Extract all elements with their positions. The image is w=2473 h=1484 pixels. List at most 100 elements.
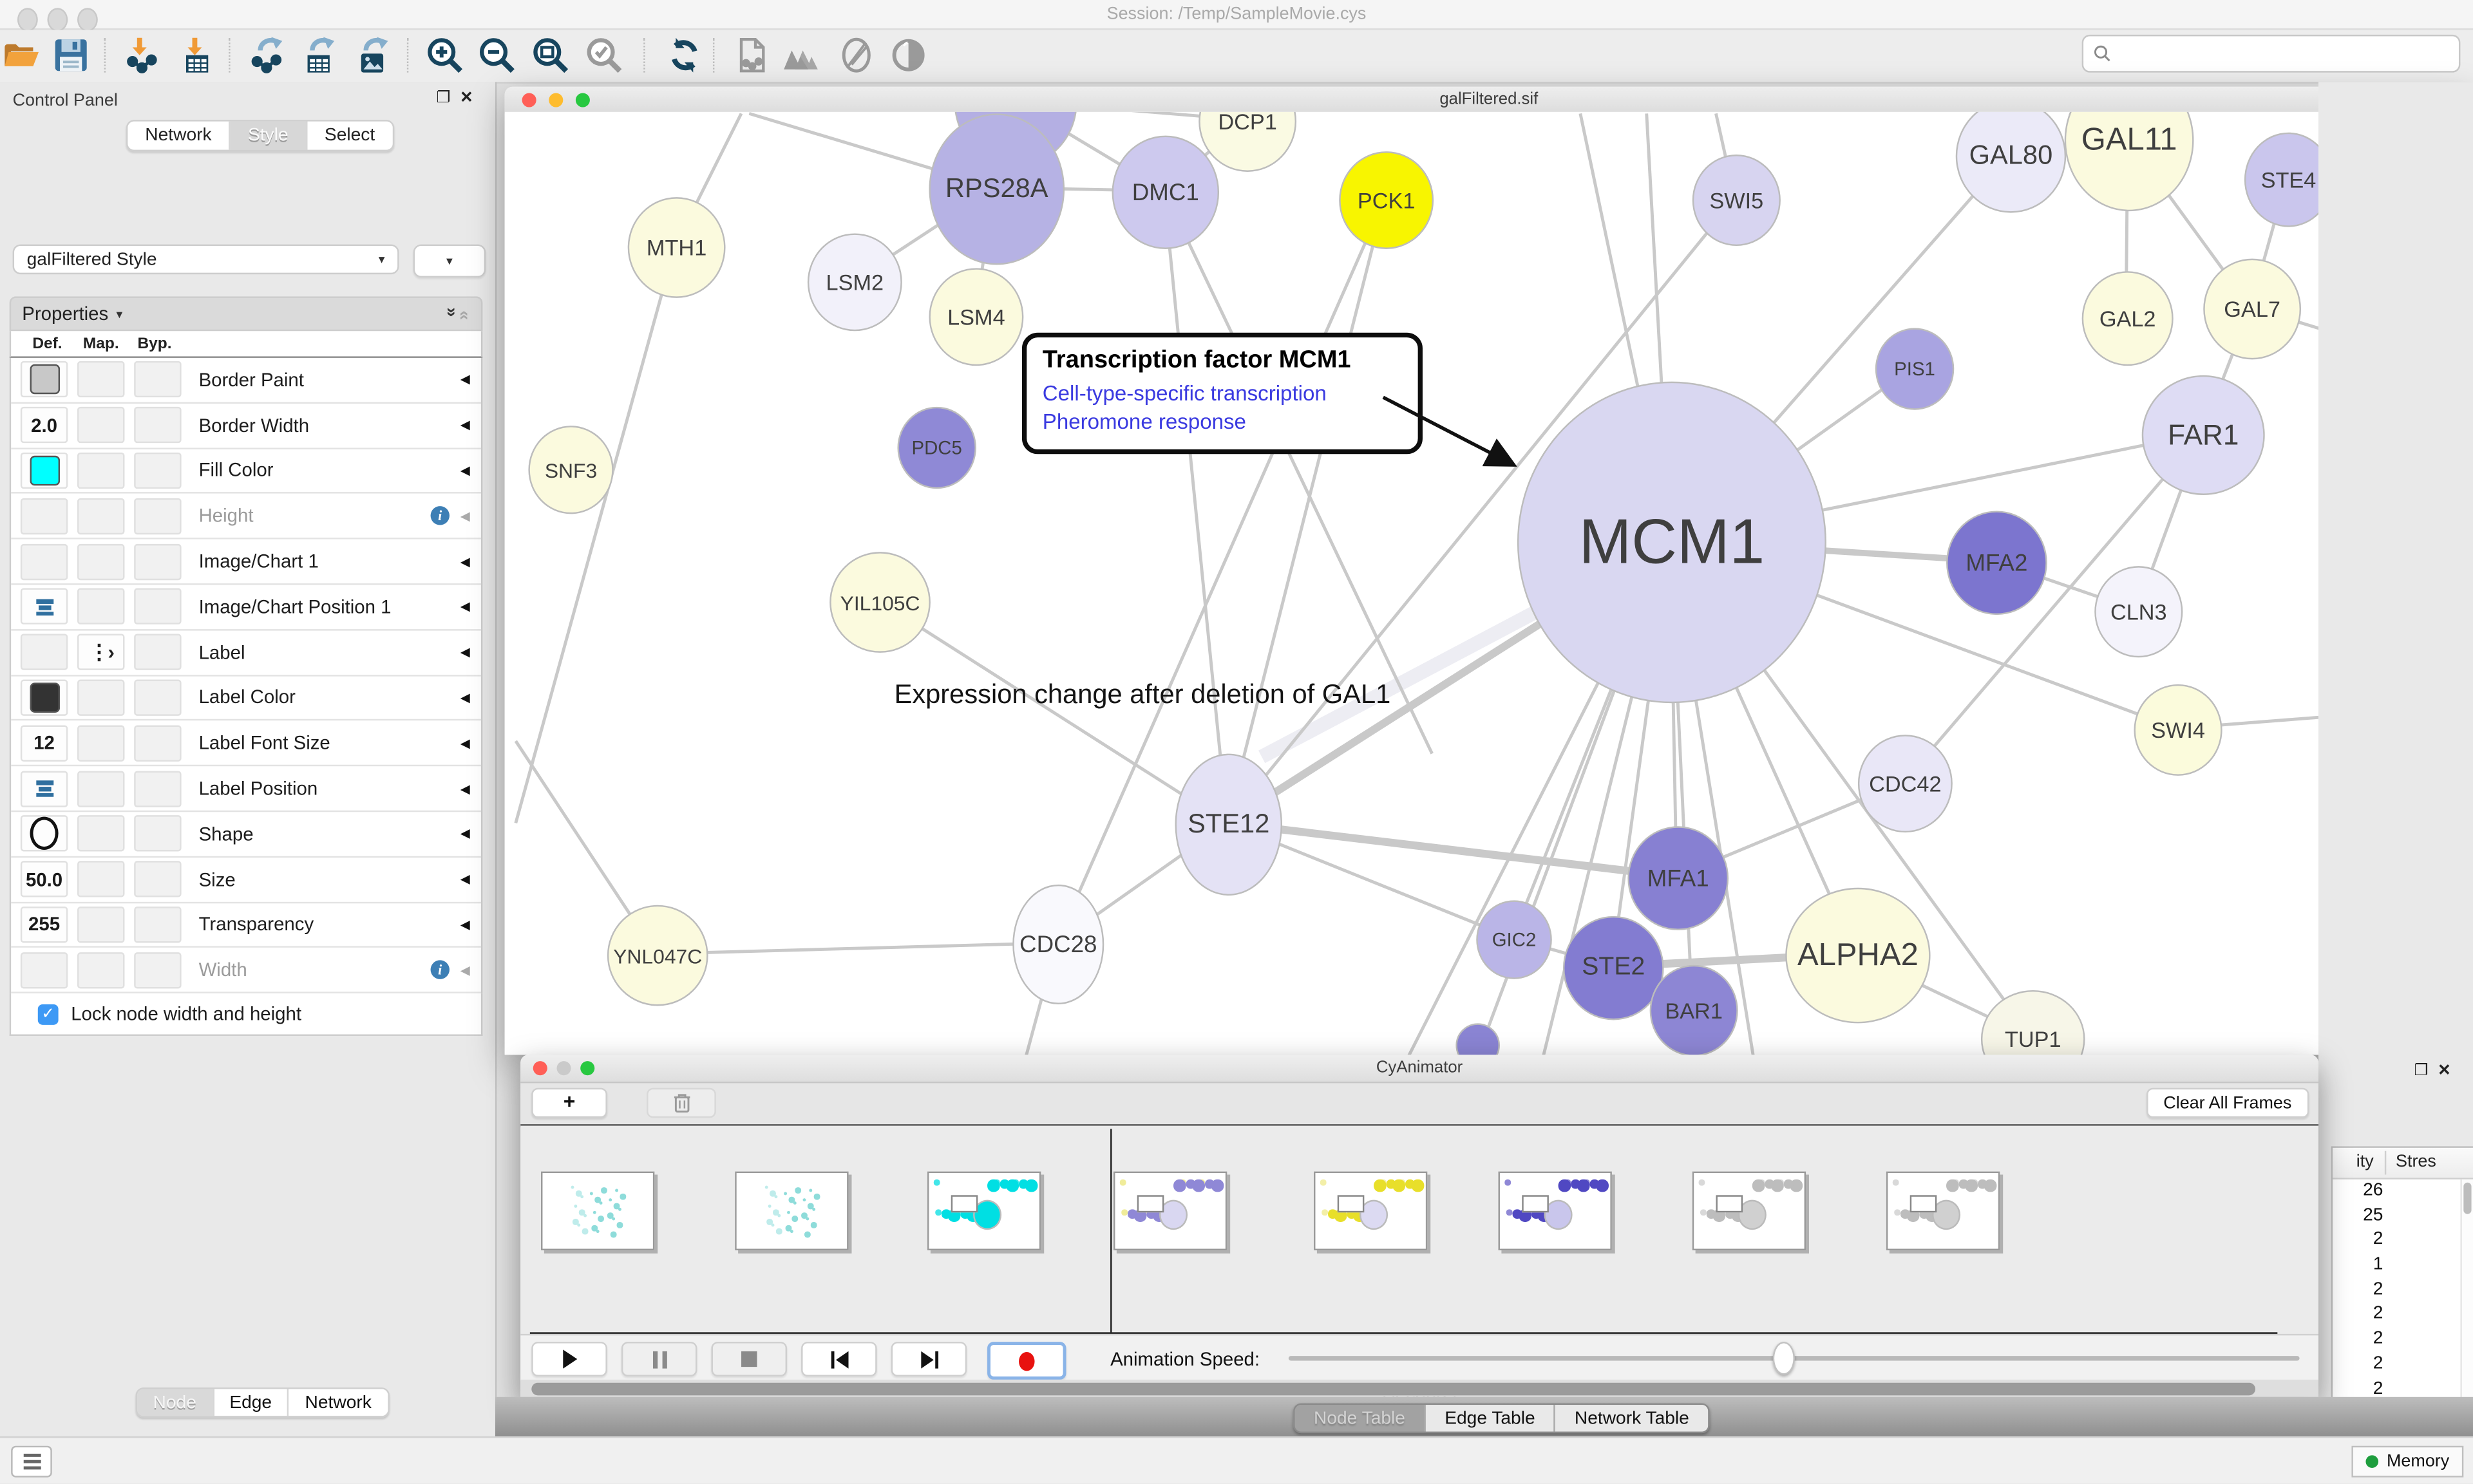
zoom-fit-icon[interactable]	[531, 36, 569, 74]
expand-row-icon[interactable]: ◀	[460, 736, 470, 750]
property-row-image-chart-position-1[interactable]: Image/Chart Position 1◀	[11, 585, 481, 631]
network-node-mfa2[interactable]: MFA2	[1946, 511, 2047, 615]
network-node-gal7[interactable]: GAL7	[2203, 259, 2301, 360]
timeline[interactable]: 0123456789 Seconds	[520, 1126, 2318, 1334]
playhead[interactable]	[1110, 1129, 1112, 1332]
network-node-cln3[interactable]: CLN3	[2094, 566, 2183, 657]
zoom-out-icon[interactable]	[478, 36, 516, 74]
import-table-icon[interactable]	[178, 36, 216, 74]
style-select[interactable]: galFiltered Style ▾	[13, 245, 399, 275]
add-frame-button[interactable]: +	[531, 1088, 607, 1118]
expand-row-icon[interactable]: ◀	[460, 464, 470, 478]
node-table[interactable]: ity Stres 26252122222	[2331, 1146, 2473, 1420]
network-node-lsm4[interactable]: LSM4	[929, 268, 1023, 366]
property-def-cell[interactable]	[21, 816, 68, 852]
property-row-label[interactable]: ⋮›Label◀	[11, 630, 481, 676]
graphics-details-icon[interactable]	[837, 36, 875, 74]
expand-row-icon[interactable]: ◀	[460, 645, 470, 659]
property-map-cell[interactable]	[77, 816, 124, 852]
import-network-icon[interactable]	[123, 36, 161, 74]
scrollbar-thumb[interactable]	[2463, 1183, 2471, 1214]
annotation-link[interactable]: Pheromone response	[1043, 409, 1402, 438]
collapse-all-icon[interactable]: »	[454, 307, 473, 320]
export-image-icon[interactable]	[354, 36, 392, 74]
property-row-transparency[interactable]: 255Transparency◀	[11, 903, 481, 948]
property-map-cell[interactable]	[77, 588, 124, 625]
network-node-ste12[interactable]: STE12	[1175, 754, 1282, 896]
property-def-cell[interactable]	[21, 453, 68, 489]
tab-style[interactable]: Style	[231, 122, 307, 150]
table-row[interactable]: 2	[2333, 1328, 2473, 1352]
expand-row-icon[interactable]: ◀	[460, 917, 470, 932]
property-def-cell[interactable]: 12	[21, 725, 68, 761]
property-byp-cell[interactable]	[134, 588, 181, 625]
property-row-border-paint[interactable]: Border Paint◀	[11, 358, 481, 404]
property-def-cell[interactable]	[21, 952, 68, 988]
property-byp-cell[interactable]	[134, 679, 181, 715]
show-panels-button[interactable]	[11, 1446, 52, 1478]
style-options-button[interactable]: ▾	[413, 245, 486, 277]
property-byp-cell[interactable]	[134, 816, 181, 852]
properties-header[interactable]: Properties	[22, 303, 108, 324]
tab-node[interactable]: Node	[137, 1389, 214, 1416]
network-node-bar1[interactable]: BAR1	[1650, 965, 1738, 1055]
export-table-icon[interactable]	[299, 36, 337, 74]
tab-edge-table[interactable]: Edge Table	[1426, 1405, 1556, 1432]
property-row-fill-color[interactable]: Fill Color◀	[11, 449, 481, 494]
property-byp-cell[interactable]	[134, 453, 181, 489]
first-neighbors-icon[interactable]	[782, 36, 820, 74]
table-row[interactable]: 2	[2333, 1303, 2473, 1328]
property-map-cell[interactable]	[77, 725, 124, 761]
apply-layout-icon[interactable]	[665, 36, 703, 74]
slider-thumb[interactable]	[1773, 1342, 1795, 1375]
contrast-icon[interactable]	[889, 36, 927, 74]
property-def-cell[interactable]: 50.0	[21, 861, 68, 897]
network-node-swi5[interactable]: SWI5	[1692, 155, 1781, 246]
property-row-border-width[interactable]: 2.0Border Width◀	[11, 403, 481, 449]
property-def-cell[interactable]	[21, 588, 68, 625]
property-map-cell[interactable]	[77, 498, 124, 534]
column-divider[interactable]	[2385, 1151, 2386, 1175]
clear-all-frames-button[interactable]: Clear All Frames	[2146, 1088, 2309, 1118]
timeline-frame-1[interactable]	[735, 1172, 848, 1250]
property-def-cell[interactable]	[21, 543, 68, 579]
property-def-cell[interactable]	[21, 498, 68, 534]
property-def-cell[interactable]: 255	[21, 906, 68, 943]
property-byp-cell[interactable]	[134, 861, 181, 897]
network-node-mcm1[interactable]: MCM1	[1517, 382, 1826, 704]
network-node-ynl047c[interactable]: YNL047C	[607, 905, 708, 1006]
network-node-pis1[interactable]: PIS1	[1875, 328, 1954, 409]
property-byp-cell[interactable]	[134, 906, 181, 943]
table-column-header[interactable]: Stres	[2396, 1152, 2436, 1171]
property-byp-cell[interactable]	[134, 725, 181, 761]
zoom-in-icon[interactable]	[426, 36, 464, 74]
pause-button[interactable]	[621, 1342, 697, 1376]
network-node-dmc1[interactable]: DMC1	[1112, 136, 1220, 249]
timeline-frame-7[interactable]	[1886, 1172, 2000, 1250]
property-byp-cell[interactable]	[134, 543, 181, 579]
export-network-icon[interactable]	[247, 36, 285, 74]
property-byp-cell[interactable]	[134, 407, 181, 443]
network-node-alpha2[interactable]: ALPHA2	[1785, 888, 1930, 1024]
delete-frame-button[interactable]	[647, 1088, 716, 1118]
table-row[interactable]: 25	[2333, 1204, 2473, 1228]
expand-row-icon[interactable]: ◀	[460, 872, 470, 887]
property-map-cell[interactable]	[77, 861, 124, 897]
property-map-cell[interactable]	[77, 906, 124, 943]
property-row-image-chart-1[interactable]: Image/Chart 1◀	[11, 540, 481, 585]
memory-button[interactable]: Memory	[2352, 1446, 2463, 1478]
property-map-cell[interactable]	[77, 543, 124, 579]
property-def-cell[interactable]	[21, 634, 68, 670]
property-row-size[interactable]: 50.0Size◀	[11, 858, 481, 903]
stop-button[interactable]	[711, 1342, 787, 1376]
search-box[interactable]	[2082, 35, 2461, 73]
annotation-link[interactable]: Cell-type-specific transcription	[1043, 380, 1402, 409]
network-node-gal2[interactable]: GAL2	[2082, 271, 2174, 366]
network-node-pck1[interactable]: PCK1	[1339, 151, 1434, 249]
property-map-cell[interactable]	[77, 362, 124, 398]
network-node-cdc42[interactable]: CDC42	[1858, 735, 1953, 832]
table-row[interactable]: 1	[2333, 1254, 2473, 1278]
timeline-frame-2[interactable]	[927, 1172, 1041, 1250]
timeline-hscrollbar[interactable]	[520, 1380, 2318, 1397]
skip-to-end-button[interactable]	[891, 1342, 967, 1376]
